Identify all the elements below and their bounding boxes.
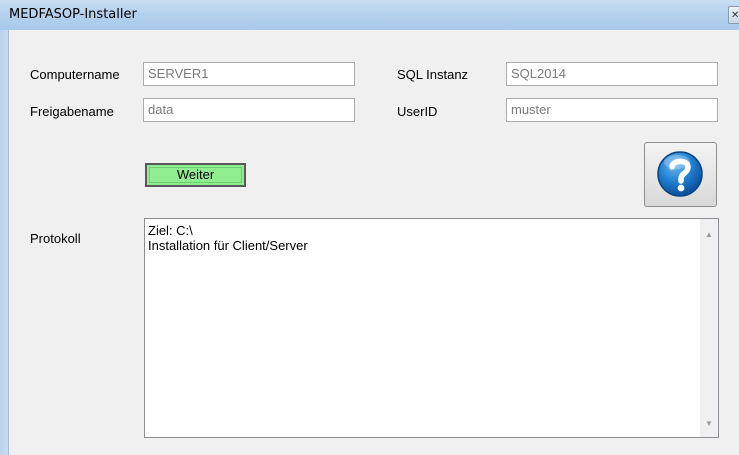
userid-label: UserID <box>397 104 438 119</box>
protocol-line: Installation für Client/Server <box>148 238 308 253</box>
weiter-button[interactable]: Weiter <box>145 163 246 187</box>
protocol-line: Ziel: C:\ <box>148 223 193 238</box>
sql-instanz-field[interactable]: SQL2014 <box>506 62 718 86</box>
sql-instanz-label: SQL Instanz <box>397 67 469 82</box>
computername-field[interactable]: SERVER1 <box>143 62 355 86</box>
vertical-scrollbar[interactable]: ▲ ▼ <box>700 219 718 437</box>
weiter-button-focus-border <box>149 167 242 183</box>
freigabename-field[interactable]: data <box>143 98 355 122</box>
protocol-log[interactable]: Ziel: C:\ Installation für Client/Server… <box>144 218 719 438</box>
window-title: MEDFASOP-Installer <box>9 7 137 22</box>
freigabename-label: Freigabename <box>30 104 114 119</box>
help-button[interactable] <box>644 142 717 207</box>
window-left-frame <box>0 30 8 455</box>
scroll-up-icon[interactable]: ▲ <box>700 226 718 243</box>
close-button[interactable]: ✕ <box>728 6 739 24</box>
computername-label: Computername <box>30 67 120 82</box>
protocol-text: Ziel: C:\ Installation für Client/Server <box>148 223 308 253</box>
title-bar[interactable]: MEDFASOP-Installer ✕ <box>0 0 739 30</box>
help-question-icon <box>657 151 703 197</box>
userid-field[interactable]: muster <box>506 98 718 122</box>
installer-window: MEDFASOP-Installer ✕ Computername SERVER… <box>0 0 739 455</box>
protokoll-label: Protokoll <box>30 231 81 246</box>
scroll-down-icon[interactable]: ▼ <box>700 415 718 432</box>
close-icon: ✕ <box>731 10 739 21</box>
